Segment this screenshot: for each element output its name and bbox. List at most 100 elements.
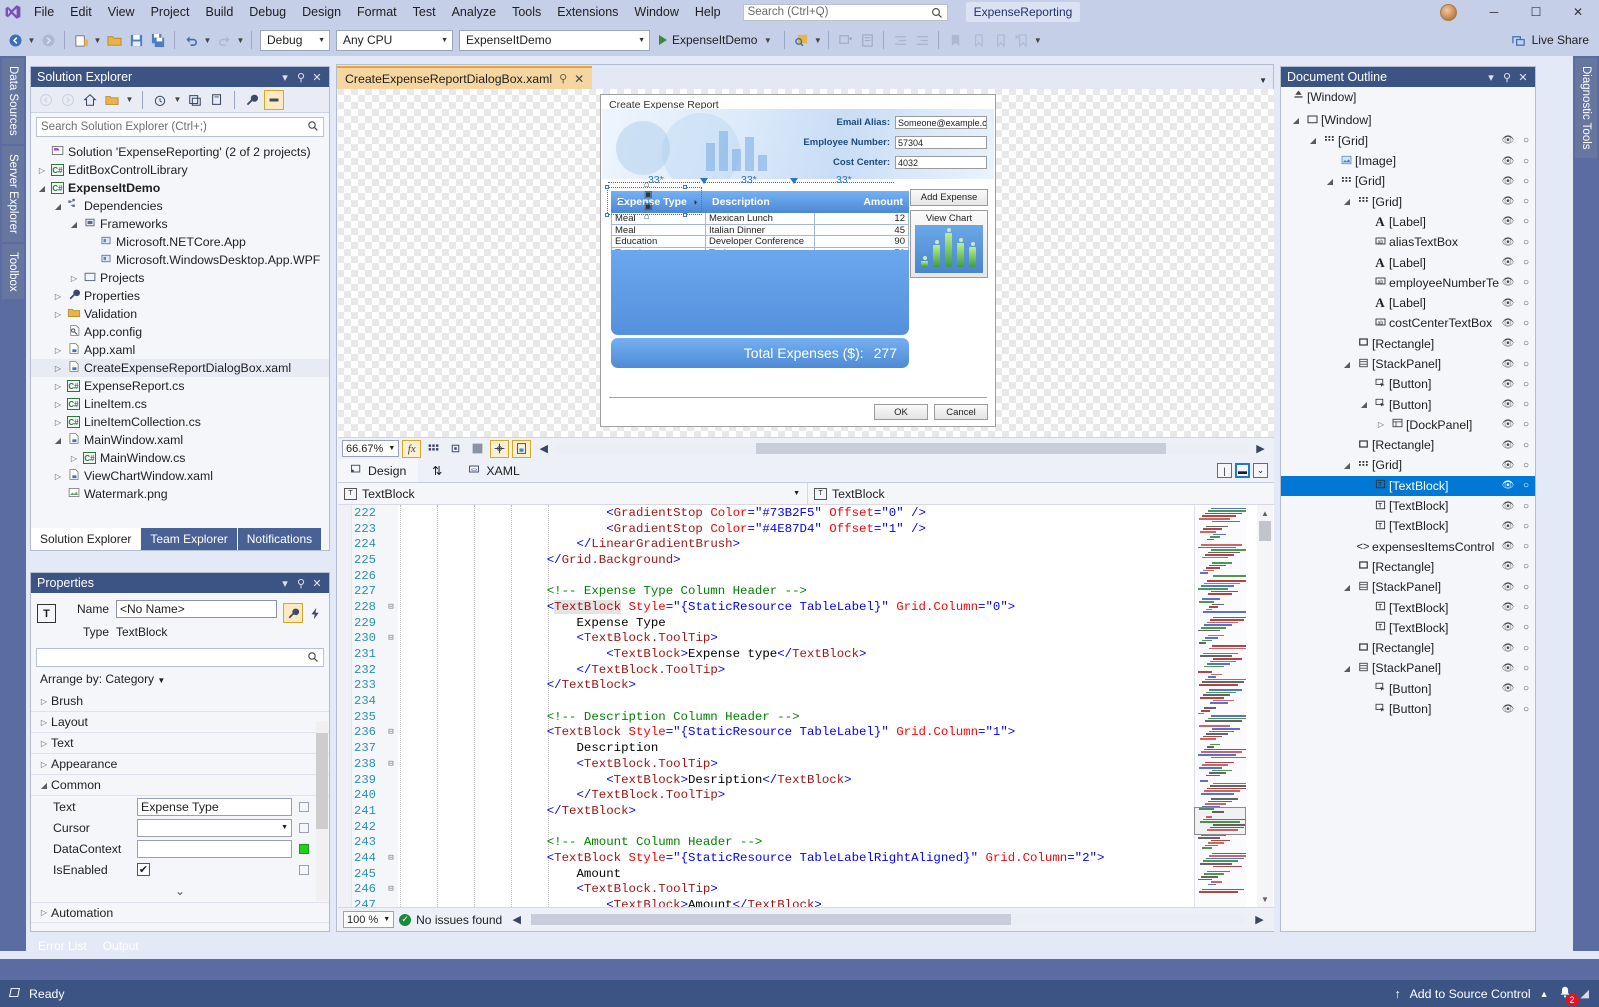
visibility-eye-icon[interactable]: 👁 bbox=[1499, 196, 1517, 207]
lock-icon[interactable]: ○ bbox=[1517, 704, 1535, 715]
code-line[interactable]: 227 <!-- Expense Type Column Header --> bbox=[338, 583, 1274, 599]
view-code-icon[interactable] bbox=[207, 90, 227, 110]
outline-tree-item[interactable]: [Rectangle]👁○ bbox=[1281, 557, 1535, 577]
menu-debug[interactable]: Debug bbox=[241, 2, 294, 22]
expander-icon[interactable]: ▷ bbox=[67, 274, 81, 283]
properties-view-icon[interactable] bbox=[283, 603, 303, 623]
outline-tree-item[interactable]: ◢[Grid]👁○ bbox=[1281, 191, 1535, 211]
visibility-eye-icon[interactable]: 👁 bbox=[1499, 338, 1517, 349]
solution-explorer-search-input[interactable]: Search Solution Explorer (Ctrl+;) bbox=[36, 117, 324, 137]
collapse-all-icon[interactable] bbox=[185, 90, 205, 110]
margin-icon[interactable]: ◑ bbox=[692, 197, 697, 207]
cost-center-textbox[interactable]: 4032 bbox=[895, 156, 987, 169]
chevron-down-icon[interactable]: ▼ bbox=[124, 95, 135, 104]
outline-tree-item[interactable]: [Rectangle]👁○ bbox=[1281, 435, 1535, 455]
outline-tree-item[interactable]: [Image]👁○ bbox=[1281, 151, 1535, 171]
lock-icon[interactable]: ○ bbox=[1517, 135, 1535, 146]
ok-button[interactable]: OK bbox=[874, 404, 928, 420]
cancel-button[interactable]: Cancel bbox=[934, 404, 988, 420]
collapse-region-icon[interactable]: ⊟ bbox=[384, 727, 398, 737]
close-icon[interactable]: ✕ bbox=[1515, 71, 1531, 84]
lock-icon[interactable]: ○ bbox=[1517, 216, 1535, 227]
solution-tree-item[interactable]: ▷Properties bbox=[31, 287, 329, 305]
visibility-eye-icon[interactable]: 👁 bbox=[1499, 440, 1517, 451]
visibility-eye-icon[interactable]: 👁 bbox=[1499, 298, 1517, 309]
code-line[interactable]: 229 Expense Type bbox=[338, 615, 1274, 631]
anchor-icon[interactable]: ▣ bbox=[644, 189, 653, 200]
outline-tree-item[interactable]: <>expensesItemsControl👁○ bbox=[1281, 537, 1535, 557]
code-line[interactable]: 243 <!-- Amount Column Header --> bbox=[338, 834, 1274, 850]
lock-icon[interactable]: ○ bbox=[1517, 196, 1535, 207]
vtab-diagnostic-tools[interactable]: Diagnostic Tools bbox=[1575, 58, 1597, 158]
chevron-down-icon[interactable]: ▼ bbox=[762, 36, 773, 45]
add-to-source-control-button[interactable]: Add to Source Control bbox=[1410, 987, 1531, 1001]
lock-icon[interactable]: ○ bbox=[1517, 460, 1535, 471]
outline-tree-item[interactable]: [Rectangle]👁○ bbox=[1281, 638, 1535, 658]
outline-tree-item[interactable]: abemployeeNumberTextBox👁○ bbox=[1281, 273, 1535, 293]
tab-output[interactable]: Output bbox=[99, 937, 143, 959]
scroll-thumb[interactable] bbox=[1259, 521, 1271, 541]
outline-tree-item[interactable]: ◢[Grid]👁○ bbox=[1281, 455, 1535, 475]
lock-icon[interactable]: ○ bbox=[1517, 622, 1535, 633]
expand-more-icon[interactable]: ⌄ bbox=[31, 880, 329, 902]
designer-horizontal-scrollbar[interactable] bbox=[556, 443, 1248, 455]
lock-icon[interactable]: ○ bbox=[1517, 176, 1535, 187]
view-chart-button[interactable]: View Chart bbox=[910, 210, 988, 278]
navigate-forward-icon[interactable] bbox=[37, 29, 59, 51]
outline-tree-item[interactable]: ◢[Grid]👁○ bbox=[1281, 171, 1535, 191]
menu-project[interactable]: Project bbox=[143, 2, 198, 22]
start-debugging-button[interactable]: ExpenseItDemo ▼ bbox=[653, 29, 779, 51]
visibility-eye-icon[interactable]: 👁 bbox=[1499, 622, 1517, 633]
visibility-eye-icon[interactable]: 👁 bbox=[1499, 156, 1517, 167]
find-dropdown-icon[interactable]: ▼ bbox=[812, 36, 823, 45]
visibility-eye-icon[interactable]: 👁 bbox=[1499, 501, 1517, 512]
lock-icon[interactable]: ○ bbox=[1517, 277, 1535, 288]
solution-tree-item[interactable]: ◢C#ExpenseItDemo bbox=[31, 179, 329, 197]
solution-tree-item[interactable]: ▷CreateExpenseReportDialogBox.xaml bbox=[31, 359, 329, 377]
toolbar-overflow-icon[interactable]: ▼ bbox=[1032, 36, 1043, 45]
element-scope-combo[interactable]: T TextBlock ▼ bbox=[338, 483, 808, 504]
lock-icon[interactable]: ○ bbox=[1517, 237, 1535, 248]
quick-launch-search[interactable]: Search (Ctrl+Q) bbox=[743, 4, 948, 21]
find-in-files-icon[interactable] bbox=[790, 29, 812, 51]
solution-tree-item[interactable]: Watermark.png bbox=[31, 485, 329, 503]
property-row-text[interactable]: TextExpense Type bbox=[31, 796, 329, 817]
menu-window[interactable]: Window bbox=[626, 2, 686, 22]
align-bottom-icon[interactable]: ⌂ bbox=[644, 211, 649, 221]
tab-notifications[interactable]: Notifications bbox=[238, 528, 321, 550]
xaml-code-editor[interactable]: 222 <GradientStop Color="#73B2F5" Offset… bbox=[338, 505, 1274, 907]
solution-tree-item[interactable]: ◢Dependencies bbox=[31, 197, 329, 215]
vtab-toolbox[interactable]: Toolbox bbox=[2, 244, 24, 300]
code-line[interactable]: 233 </TextBlock> bbox=[338, 678, 1274, 694]
navigate-backward-dropdown-icon[interactable]: ▼ bbox=[26, 36, 37, 45]
menu-format[interactable]: Format bbox=[349, 2, 405, 22]
menu-extensions[interactable]: Extensions bbox=[549, 2, 626, 22]
pending-changes-icon[interactable] bbox=[150, 90, 170, 110]
platform-combo[interactable]: Any CPU▼ bbox=[336, 30, 453, 51]
tab-team-explorer[interactable]: Team Explorer bbox=[141, 528, 236, 550]
outline-tree-item[interactable]: [Rectangle]👁○ bbox=[1281, 334, 1535, 354]
solution-tree-item[interactable]: App.config bbox=[31, 323, 329, 341]
lock-icon[interactable]: ○ bbox=[1517, 257, 1535, 268]
property-row-datacontext[interactable]: DataContext bbox=[31, 838, 329, 859]
document-tab-createexpensereportdialogbox[interactable]: CreateExpenseReportDialogBox.xaml ⚲ ✕ bbox=[337, 66, 592, 89]
code-line[interactable]: 244⊟ <TextBlock Style="{StaticResource T… bbox=[338, 850, 1274, 866]
visibility-eye-icon[interactable]: 👁 bbox=[1499, 683, 1517, 694]
property-category-brush[interactable]: ▷Brush bbox=[31, 691, 329, 712]
code-minimap[interactable] bbox=[1194, 505, 1246, 907]
vtab-data-sources[interactable]: Data Sources bbox=[2, 58, 24, 144]
outline-tree-item[interactable]: A[Label]👁○ bbox=[1281, 293, 1535, 313]
new-project-icon[interactable] bbox=[70, 29, 92, 51]
show-all-files-icon[interactable] bbox=[102, 90, 122, 110]
vtab-server-explorer[interactable]: Server Explorer bbox=[2, 146, 24, 242]
design-preview-window[interactable]: Create Expense Report Email Alias: Someo… bbox=[600, 94, 996, 427]
solution-tree-item[interactable]: ▷App.xaml bbox=[31, 341, 329, 359]
notifications-button[interactable]: 2 bbox=[1558, 985, 1572, 1002]
lock-icon[interactable]: ○ bbox=[1517, 298, 1535, 309]
collapse-region-icon[interactable]: ⊟ bbox=[384, 759, 398, 769]
live-share-button[interactable]: Live Share bbox=[1511, 33, 1589, 48]
expander-icon[interactable]: ▷ bbox=[1374, 420, 1388, 429]
margin-icon[interactable]: ◠ bbox=[617, 197, 625, 208]
resize-handle[interactable] bbox=[683, 185, 687, 189]
expander-icon[interactable]: ◢ bbox=[51, 436, 65, 445]
